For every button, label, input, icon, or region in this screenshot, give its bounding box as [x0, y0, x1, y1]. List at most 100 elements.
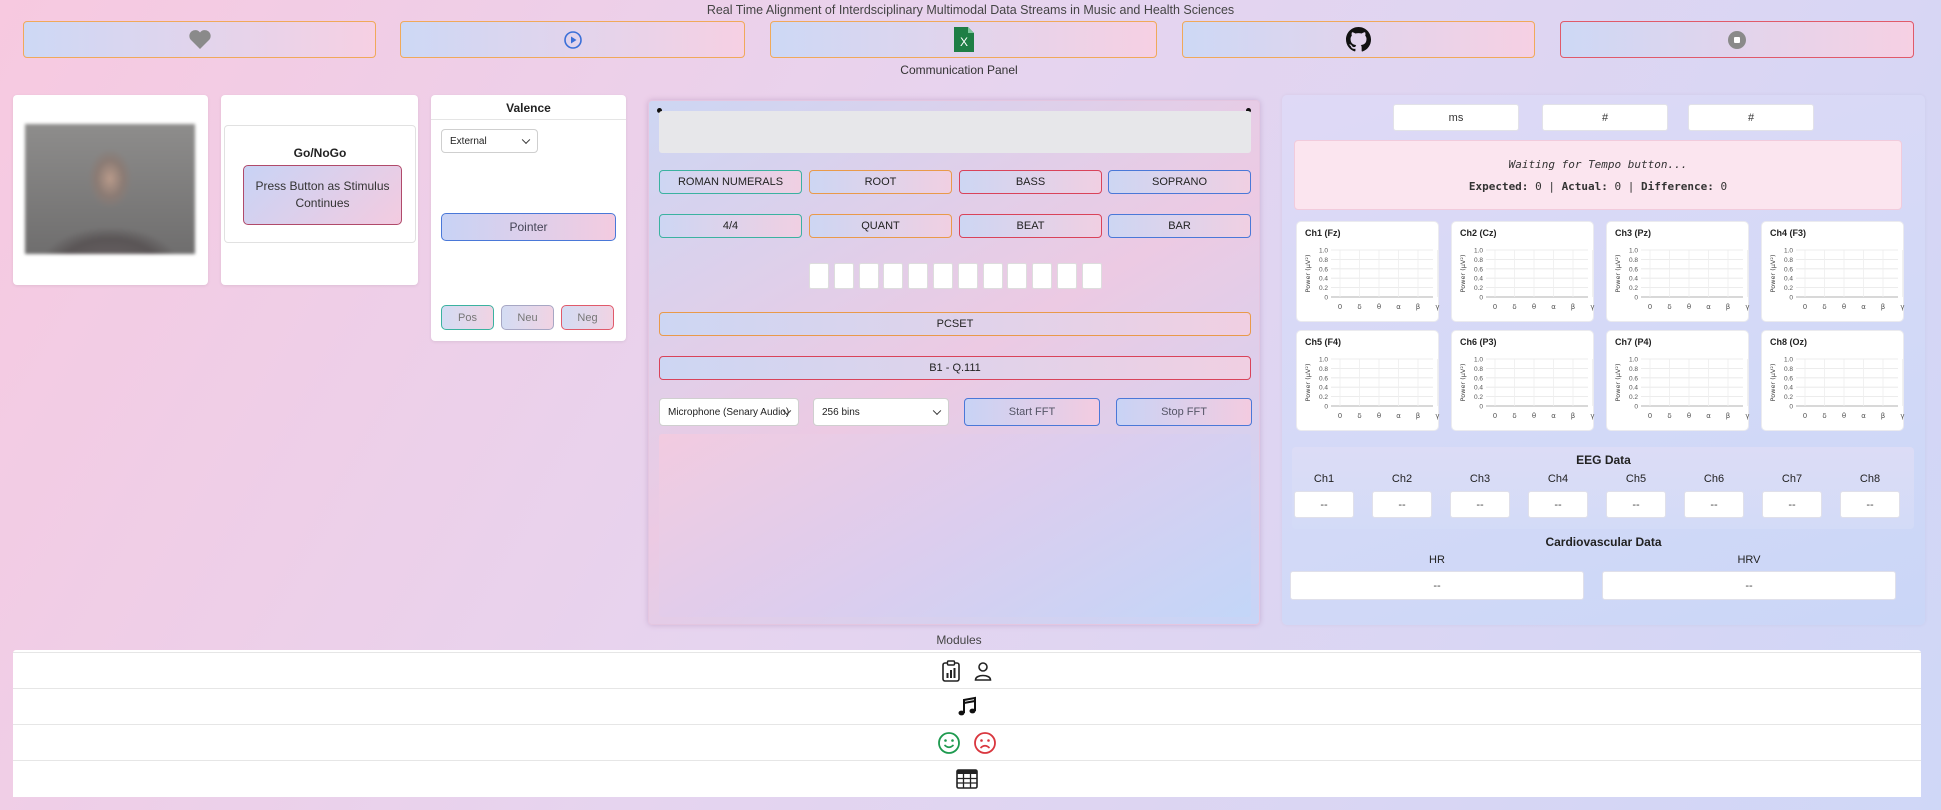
beat-button[interactable]: BEAT: [959, 214, 1102, 238]
modules-row-affect: [13, 724, 1921, 761]
chart-y-tick: 0.2: [1629, 394, 1638, 401]
channel-chart-svg: 1.0 0.8 0.6 0.4 0.2 0 0 δ θ α β γ Power (µV²): [1304, 357, 1440, 421]
stop-button[interactable]: [1560, 21, 1914, 58]
expected-label: Expected:: [1468, 180, 1529, 193]
chart-x-tick: α: [1551, 412, 1556, 420]
eeg-channel-label: Ch2: [1391, 473, 1413, 485]
valence-source-value: External: [450, 135, 487, 147]
chart-y-tick: 0.2: [1319, 394, 1328, 401]
github-button[interactable]: [1182, 21, 1535, 58]
chart-y-tick: 0.6: [1319, 266, 1328, 273]
eeg-channel-chart: Ch2 (Cz) 1.0 0.8 0.6 0.4 0.2 0 0 δ θ α β γ Power (µV²…: [1451, 221, 1595, 322]
chart-y-label: Power (µV²): [1304, 255, 1312, 293]
channel-chart-svg: 1.0 0.8 0.6 0.4 0.2 0 0 δ θ α β γ Power (µV²): [1769, 357, 1905, 421]
eeg-channel-label: Ch4: [1547, 473, 1569, 485]
bar-button[interactable]: BAR: [1108, 214, 1251, 238]
eeg-channel-label: Ch5: [1625, 473, 1647, 485]
quant-button[interactable]: QUANT: [809, 214, 952, 238]
table-icon[interactable]: [956, 769, 978, 789]
hr-label: HR: [1429, 554, 1445, 566]
chart-y-label: Power (µV²): [1614, 255, 1622, 293]
smile-icon[interactable]: [937, 731, 961, 755]
chart-x-tick: α: [1396, 303, 1401, 311]
pitch-class-slot[interactable]: [933, 263, 953, 289]
chart-y-tick: 0.4: [1319, 276, 1328, 283]
roman-numerals-button[interactable]: ROMAN NUMERALS: [659, 170, 802, 194]
chart-y-tick: 0.4: [1474, 276, 1483, 283]
hrv-label: HRV: [1737, 554, 1761, 566]
tempo-ms-field[interactable]: ms: [1393, 104, 1519, 131]
eeg-channel-value: --: [1606, 491, 1666, 518]
eeg-channel-value: --: [1840, 491, 1900, 518]
chart-x-tick: β: [1881, 303, 1885, 311]
person-icon[interactable]: [973, 661, 993, 681]
start-fft-button[interactable]: Start FFT: [964, 398, 1100, 426]
chart-y-tick: 1.0: [1319, 248, 1328, 255]
chart-x-tick: 0: [1648, 303, 1652, 311]
chart-y-tick: 0.2: [1319, 285, 1328, 292]
chart-x-tick: γ: [1435, 412, 1439, 420]
chart-y-label: Power (µV²): [1459, 255, 1467, 293]
chart-x-tick: δ: [1357, 303, 1361, 311]
pitch-class-slot[interactable]: [1081, 263, 1102, 289]
pitch-class-slot[interactable]: [833, 263, 854, 289]
stop-fft-button[interactable]: Stop FFT: [1116, 398, 1252, 426]
channel-chart-svg: 1.0 0.8 0.6 0.4 0.2 0 0 δ θ α β γ Power (µV²): [1614, 357, 1750, 421]
channel-chart-svg: 1.0 0.8 0.6 0.4 0.2 0 0 δ θ α β γ Power (µV²): [1614, 248, 1750, 312]
music-note-icon[interactable]: [956, 696, 978, 718]
chevron-down-icon: [521, 135, 531, 145]
pitch-class-slot[interactable]: [858, 263, 879, 289]
valence-neu-button[interactable]: Neu: [501, 305, 554, 330]
valence-divider: [431, 119, 626, 120]
valence-pos-button[interactable]: Pos: [441, 305, 494, 330]
chart-y-tick: 0.6: [1474, 375, 1483, 382]
pitch-class-slot[interactable]: [1057, 263, 1077, 289]
pitch-class-slot[interactable]: [883, 263, 904, 289]
soprano-button[interactable]: SOPRANO: [1108, 170, 1251, 194]
chart-y-tick: 0.6: [1629, 375, 1638, 382]
chart-x-tick: γ: [1745, 412, 1749, 420]
chart-y-label: Power (µV²): [1769, 364, 1777, 402]
tempo-results: Expected: 0 | Actual: 0 | Difference: 0: [1295, 180, 1901, 193]
eeg-data-title: EEG Data: [1576, 453, 1631, 467]
tempo-count-field-b[interactable]: #: [1688, 104, 1814, 131]
chart-x-tick: δ: [1667, 412, 1671, 420]
audio-source-select[interactable]: Microphone (Senary Audio): [659, 398, 799, 426]
play-button[interactable]: [400, 21, 745, 58]
bass-button[interactable]: BASS: [959, 170, 1102, 194]
modules-row-data: [13, 760, 1921, 797]
chart-y-tick: 0.6: [1784, 266, 1793, 273]
fft-bins-select[interactable]: 256 bins: [813, 398, 949, 426]
gonogo-stimulus-button[interactable]: Press Button as Stimulus Continues: [243, 165, 402, 225]
root-button[interactable]: ROOT: [809, 170, 952, 194]
pitch-class-slot[interactable]: [1032, 263, 1053, 289]
frown-icon[interactable]: [973, 731, 997, 755]
gonogo-container: Go/NoGo Press Button as Stimulus Continu…: [224, 125, 416, 243]
valence-neg-button[interactable]: Neg: [561, 305, 614, 330]
pcset-button[interactable]: PCSET: [659, 312, 1251, 336]
clipboard-chart-icon[interactable]: [941, 660, 961, 682]
chart-x-tick: α: [1551, 303, 1556, 311]
time-signature-button[interactable]: 4/4: [659, 214, 802, 238]
chevron-down-icon: [932, 406, 942, 416]
chart-x-tick: δ: [1512, 412, 1516, 420]
valence-source-select[interactable]: External: [441, 129, 538, 153]
pitch-class-slot[interactable]: [809, 263, 829, 289]
valence-pointer-button[interactable]: Pointer: [441, 213, 616, 241]
chart-x-tick: θ: [1687, 303, 1691, 311]
chart-y-tick: 0: [1479, 404, 1483, 411]
excel-export-button[interactable]: X: [770, 21, 1157, 58]
pitch-class-slot[interactable]: [957, 263, 978, 289]
tempo-count-field-a[interactable]: #: [1542, 104, 1668, 131]
music-theory-panel: ROMAN NUMERALS ROOT BASS SOPRANO 4/4 QUA…: [648, 100, 1260, 625]
chart-y-tick: 0: [1789, 295, 1793, 302]
chart-x-tick: α: [1706, 412, 1711, 420]
eeg-channel-value: --: [1372, 491, 1432, 518]
chart-y-label: Power (µV²): [1304, 364, 1312, 402]
pitch-class-slot[interactable]: [908, 263, 929, 289]
heart-button[interactable]: [23, 21, 376, 58]
chart-x-tick: β: [1416, 412, 1420, 420]
pitch-class-slot[interactable]: [1007, 263, 1028, 289]
score-position-button[interactable]: B1 - Q.111: [659, 356, 1251, 380]
pitch-class-slot[interactable]: [982, 263, 1003, 289]
